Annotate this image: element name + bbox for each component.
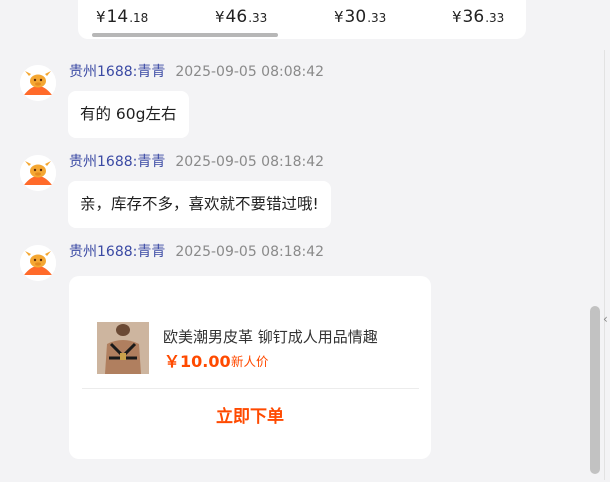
- vertical-scrollbar[interactable]: [587, 300, 603, 476]
- message-meta: 贵州1688:青青 2025-09-05 08:08:42: [69, 64, 324, 80]
- bull-mascot-avatar-icon[interactable]: [20, 155, 56, 191]
- price-main: 30: [344, 7, 367, 27]
- panel-border: [604, 50, 605, 480]
- message-time: 2025-09-05 08:08:42: [175, 64, 325, 80]
- bull-mascot-avatar-icon[interactable]: [20, 245, 56, 281]
- currency-symbol: ¥: [215, 8, 225, 26]
- price-item: ¥46.33: [215, 7, 267, 28]
- price-item: ¥14.18: [96, 7, 148, 28]
- price-cents: .33: [248, 11, 268, 25]
- message-bubble: 亲，库存不多，喜欢就不要错过哦!: [68, 181, 331, 228]
- currency-symbol: ¥: [96, 8, 106, 26]
- price-tag: 新人价: [231, 354, 269, 369]
- price-item: ¥30.33: [334, 7, 386, 28]
- sender-name[interactable]: 贵州1688:青青: [69, 64, 165, 80]
- chevron-left-icon[interactable]: ‹: [603, 310, 610, 328]
- currency-symbol: ¥: [334, 8, 344, 26]
- chat-message: 贵州1688:青青 2025-09-05 08:08:42 有的 60g左右: [0, 63, 590, 143]
- buy-now-button[interactable]: 立即下单: [69, 402, 431, 432]
- price-cents: .33: [485, 11, 505, 25]
- message-meta: 贵州1688:青青 2025-09-05 08:18:42: [69, 244, 324, 260]
- bull-mascot-avatar-icon[interactable]: [20, 65, 56, 101]
- message-bubble: 有的 60g左右: [68, 91, 189, 138]
- price-list-card: ¥14.18 ¥46.33 ¥30.33 ¥36.33: [78, 0, 526, 39]
- message-time: 2025-09-05 08:18:42: [175, 244, 325, 260]
- price-main: 46: [225, 7, 248, 27]
- chat-message: 贵州1688:青青 2025-09-05 08:18:42 欧美潮男皮革 铆钉成人…: [0, 243, 590, 463]
- message-time: 2025-09-05 08:18:42: [175, 154, 325, 170]
- price-item: ¥36.33: [452, 7, 504, 28]
- chat-message: 贵州1688:青青 2025-09-05 08:18:42 亲，库存不多，喜欢就不…: [0, 153, 590, 233]
- price-cents: .18: [129, 11, 149, 25]
- message-meta: 贵州1688:青青 2025-09-05 08:18:42: [69, 154, 324, 170]
- divider: [82, 388, 419, 389]
- price-main: 36: [462, 7, 485, 27]
- product-title[interactable]: 欧美潮男皮革 铆钉成人用品情趣: [163, 328, 378, 346]
- product-thumbnail[interactable]: [97, 322, 149, 374]
- price-main: 14: [106, 7, 129, 27]
- currency-symbol: ¥: [452, 8, 462, 26]
- product-card[interactable]: 欧美潮男皮革 铆钉成人用品情趣 ￥10.00 新人价 立即下单: [69, 276, 431, 459]
- product-price: ￥10.00: [164, 352, 231, 371]
- sender-name[interactable]: 贵州1688:青青: [69, 154, 165, 170]
- vertical-scrollbar-thumb[interactable]: [590, 306, 600, 474]
- price-row: ¥14.18 ¥46.33 ¥30.33 ¥36.33: [78, 7, 526, 27]
- horizontal-scrollbar-thumb[interactable]: [92, 33, 278, 37]
- price-cents: .33: [367, 11, 387, 25]
- chat-window: ¥14.18 ¥46.33 ¥30.33 ¥36.33 贵州1688:青青 20…: [0, 0, 610, 482]
- sender-name[interactable]: 贵州1688:青青: [69, 244, 165, 260]
